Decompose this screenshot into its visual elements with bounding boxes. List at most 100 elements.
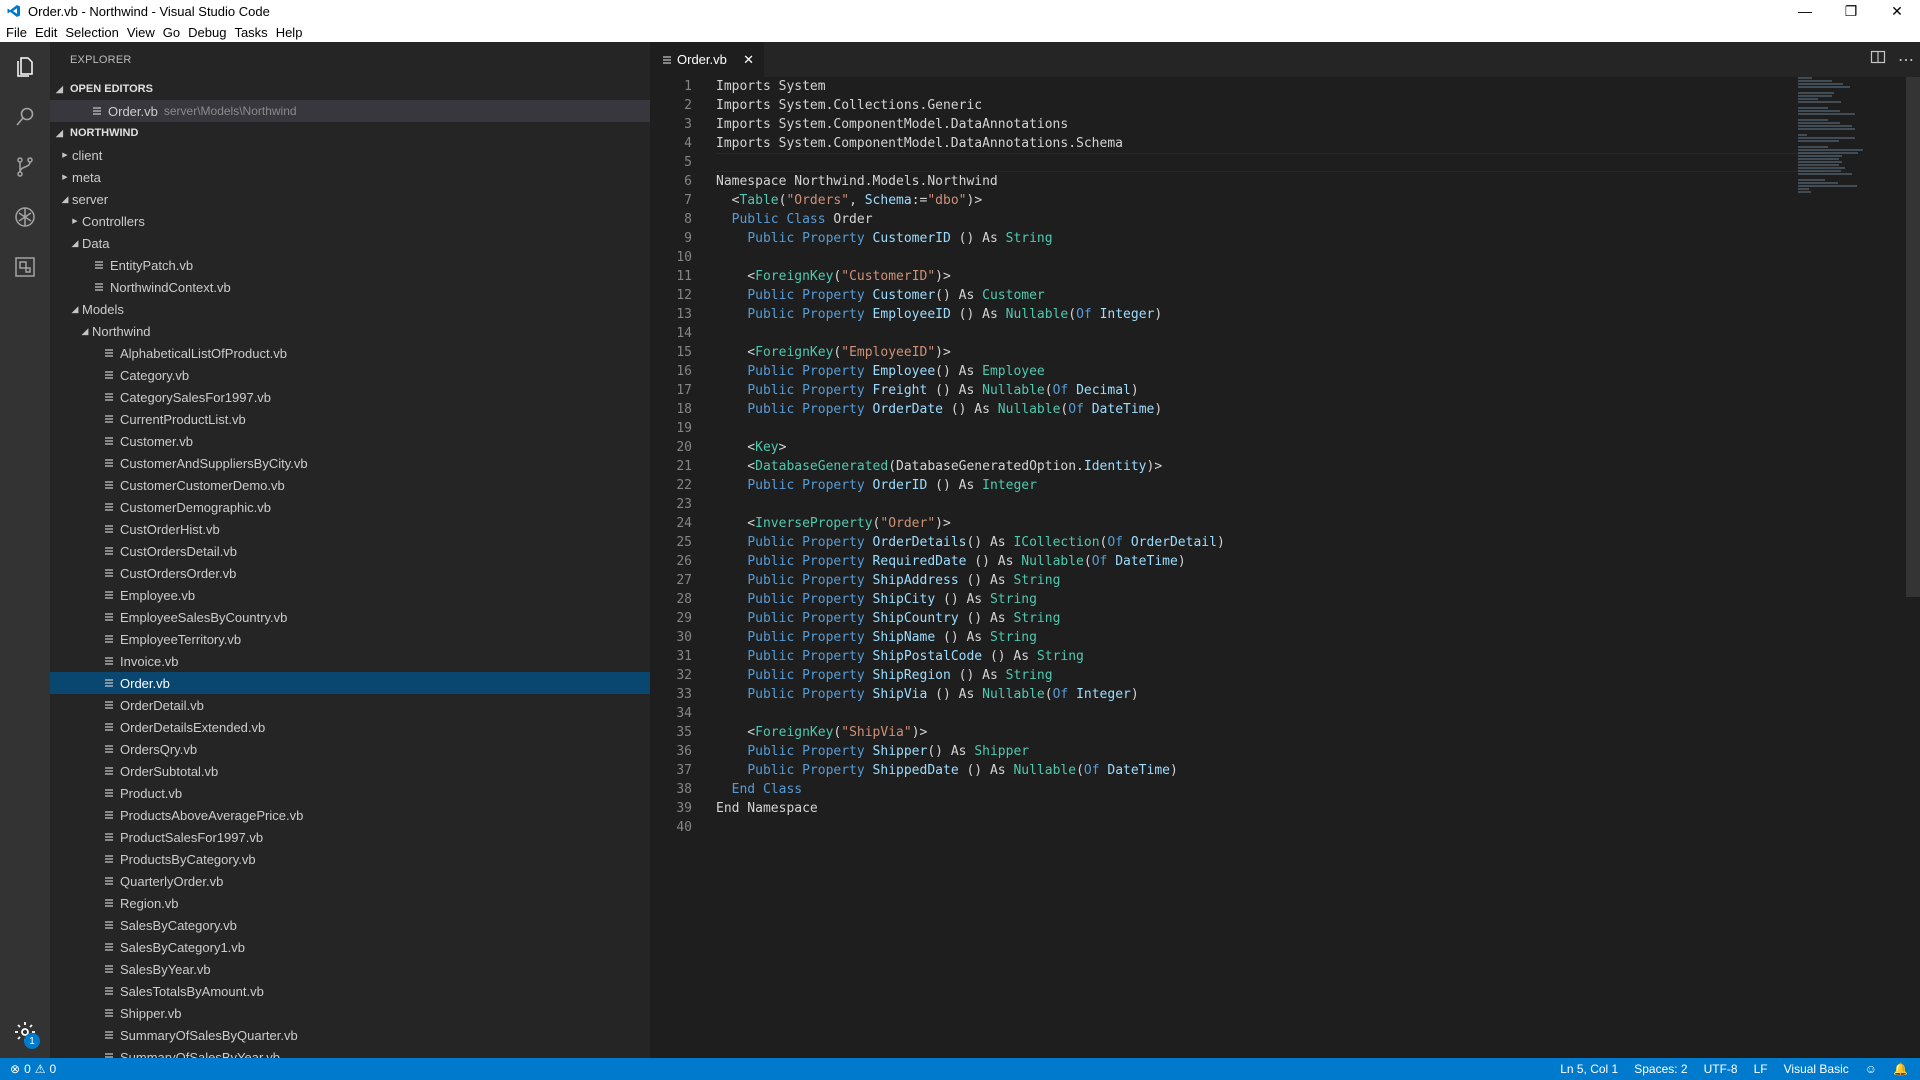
code-line[interactable]: <ForeignKey("ShipVia")>	[716, 723, 1225, 742]
code-line[interactable]: Imports System.ComponentModel.DataAnnota…	[716, 115, 1225, 134]
tree-file[interactable]: CustOrdersOrder.vb	[50, 562, 650, 584]
tree-file[interactable]: Invoice.vb	[50, 650, 650, 672]
code-line[interactable]: ​	[716, 704, 1225, 723]
debug-icon[interactable]	[0, 192, 50, 242]
code-line[interactable]: Public Property Customer() As Customer	[716, 286, 1225, 305]
code-line[interactable]: Namespace Northwind.Models.Northwind	[716, 172, 1225, 191]
tree-file[interactable]: Product.vb	[50, 782, 650, 804]
menu-selection[interactable]: Selection	[65, 25, 126, 40]
split-editor-icon[interactable]	[1870, 49, 1886, 70]
tree-file[interactable]: EntityPatch.vb	[50, 254, 650, 276]
tree-file[interactable]: EmployeeTerritory.vb	[50, 628, 650, 650]
code-line[interactable]: <Table("Orders", Schema:="dbo")>	[716, 191, 1225, 210]
cursor-position[interactable]: Ln 5, Col 1	[1560, 1062, 1618, 1076]
code-line[interactable]: Public Property Employee() As Employee	[716, 362, 1225, 381]
code-line[interactable]: ​	[716, 248, 1225, 267]
code-line[interactable]: <ForeignKey("EmployeeID")>	[716, 343, 1225, 362]
tree-folder[interactable]: ◢ Northwind	[50, 320, 650, 342]
extensions-icon[interactable]	[0, 242, 50, 292]
notifications-bell-icon[interactable]: 🔔	[1893, 1062, 1908, 1076]
close-tab-icon[interactable]: ✕	[743, 52, 754, 68]
explorer-icon[interactable]	[0, 42, 50, 92]
code-line[interactable]: ​	[716, 324, 1225, 343]
minimap[interactable]	[1798, 77, 1868, 193]
menu-edit[interactable]: Edit	[35, 25, 65, 40]
minimize-button[interactable]: —	[1782, 0, 1828, 22]
code-line[interactable]: Public Property ShipVia () As Nullable(O…	[716, 685, 1225, 704]
end-of-line[interactable]: LF	[1754, 1062, 1768, 1076]
code-line[interactable]: <InverseProperty("Order")>	[716, 514, 1225, 533]
code-line[interactable]: ​	[716, 419, 1225, 438]
tree-file[interactable]: SalesByYear.vb	[50, 958, 650, 980]
close-window-button[interactable]: ✕	[1874, 0, 1920, 22]
tree-file[interactable]: Customer.vb	[50, 430, 650, 452]
tree-file[interactable]: CustomerCustomerDemo.vb	[50, 474, 650, 496]
code-line[interactable]: ​	[716, 153, 1225, 172]
menu-go[interactable]: Go	[163, 25, 188, 40]
tree-file[interactable]: OrdersQry.vb	[50, 738, 650, 760]
code-line[interactable]: Public Property CustomerID () As String	[716, 229, 1225, 248]
tab-order-vb[interactable]: Order.vb ✕	[650, 42, 764, 77]
tree-file[interactable]: ProductsByCategory.vb	[50, 848, 650, 870]
code-line[interactable]: ​	[716, 818, 1225, 837]
code-line[interactable]: Public Property Freight () As Nullable(O…	[716, 381, 1225, 400]
code-line[interactable]: Public Class Order	[716, 210, 1225, 229]
encoding[interactable]: UTF-8	[1704, 1062, 1738, 1076]
tree-folder[interactable]: ▶ client	[50, 144, 650, 166]
scrollbar-thumb[interactable]	[1906, 77, 1920, 597]
menu-debug[interactable]: Debug	[188, 25, 234, 40]
tree-file[interactable]: CustOrderHist.vb	[50, 518, 650, 540]
code-line[interactable]: <ForeignKey("CustomerID")>	[716, 267, 1225, 286]
problems-indicator[interactable]: ⊗ 0 ⚠ 0	[0, 1062, 56, 1076]
tree-file[interactable]: AlphabeticalListOfProduct.vb	[50, 342, 650, 364]
code-line[interactable]: <DatabaseGenerated(DatabaseGeneratedOpti…	[716, 457, 1225, 476]
tree-file[interactable]: OrderSubtotal.vb	[50, 760, 650, 782]
project-section[interactable]: ◢ NORTHWIND	[50, 122, 650, 144]
tree-file[interactable]: ProductSalesFor1997.vb	[50, 826, 650, 848]
tree-file[interactable]: Category.vb	[50, 364, 650, 386]
tree-file[interactable]: NorthwindContext.vb	[50, 276, 650, 298]
code-line[interactable]: Public Property Shipper() As Shipper	[716, 742, 1225, 761]
code-line[interactable]: Public Property RequiredDate () As Nulla…	[716, 552, 1225, 571]
tree-file[interactable]: Order.vb	[50, 672, 650, 694]
menu-help[interactable]: Help	[276, 25, 311, 40]
source-control-icon[interactable]	[0, 142, 50, 192]
tree-file[interactable]: OrderDetailsExtended.vb	[50, 716, 650, 738]
code-line[interactable]: Imports System.ComponentModel.DataAnnota…	[716, 134, 1225, 153]
tree-folder[interactable]: ▶ meta	[50, 166, 650, 188]
code-editor[interactable]: 1 2 3 4 5 6 7 8 9 10 11 12 13 14 15 16 17 18 19 20 21 22 23 24 2…	[650, 77, 1920, 1058]
code-line[interactable]: Public Property ShipAddress () As String	[716, 571, 1225, 590]
tree-file[interactable]: CategorySalesFor1997.vb	[50, 386, 650, 408]
code-line[interactable]: Imports System	[716, 77, 1225, 96]
code-line[interactable]: ​	[716, 495, 1225, 514]
tree-folder[interactable]: ▶ Controllers	[50, 210, 650, 232]
tree-file[interactable]: Shipper.vb	[50, 1002, 650, 1024]
feedback-smiley-icon[interactable]: ☺	[1865, 1062, 1877, 1076]
code-line[interactable]: End Namespace	[716, 799, 1225, 818]
open-editors-section[interactable]: ◢ OPEN EDITORS	[50, 78, 650, 100]
tree-file[interactable]: SummaryOfSalesByYear.vb	[50, 1046, 650, 1058]
tree-file[interactable]: SalesTotalsByAmount.vb	[50, 980, 650, 1002]
more-actions-icon[interactable]: ⋯	[1898, 50, 1914, 70]
tree-file[interactable]: ProductsAboveAveragePrice.vb	[50, 804, 650, 826]
tree-folder[interactable]: ◢ Models	[50, 298, 650, 320]
tree-file[interactable]: Region.vb	[50, 892, 650, 914]
tree-file[interactable]: CurrentProductList.vb	[50, 408, 650, 430]
code-line[interactable]: Public Property OrderID () As Integer	[716, 476, 1225, 495]
code-line[interactable]: Public Property OrderDetails() As IColle…	[716, 533, 1224, 552]
menu-view[interactable]: View	[127, 25, 163, 40]
code-line[interactable]: Imports System.Collections.Generic	[716, 96, 1225, 115]
tree-file[interactable]: SalesByCategory.vb	[50, 914, 650, 936]
source-code[interactable]: Imports System Imports System.Collections…	[716, 77, 1225, 837]
tree-file[interactable]: OrderDetail.vb	[50, 694, 650, 716]
language-mode[interactable]: Visual Basic	[1784, 1062, 1849, 1076]
code-line[interactable]: Public Property ShipCity () As String	[716, 590, 1225, 609]
code-line[interactable]: Public Property ShipName () As String	[716, 628, 1225, 647]
tree-file[interactable]: CustomerDemographic.vb	[50, 496, 650, 518]
tree-folder[interactable]: ◢ server	[50, 188, 650, 210]
code-line[interactable]: Public Property ShippedDate () As Nullab…	[716, 761, 1225, 780]
code-line[interactable]: Public Property ShipRegion () As String	[716, 666, 1225, 685]
tree-file[interactable]: Employee.vb	[50, 584, 650, 606]
tree-file[interactable]: SummaryOfSalesByQuarter.vb	[50, 1024, 650, 1046]
tree-file[interactable]: QuarterlyOrder.vb	[50, 870, 650, 892]
